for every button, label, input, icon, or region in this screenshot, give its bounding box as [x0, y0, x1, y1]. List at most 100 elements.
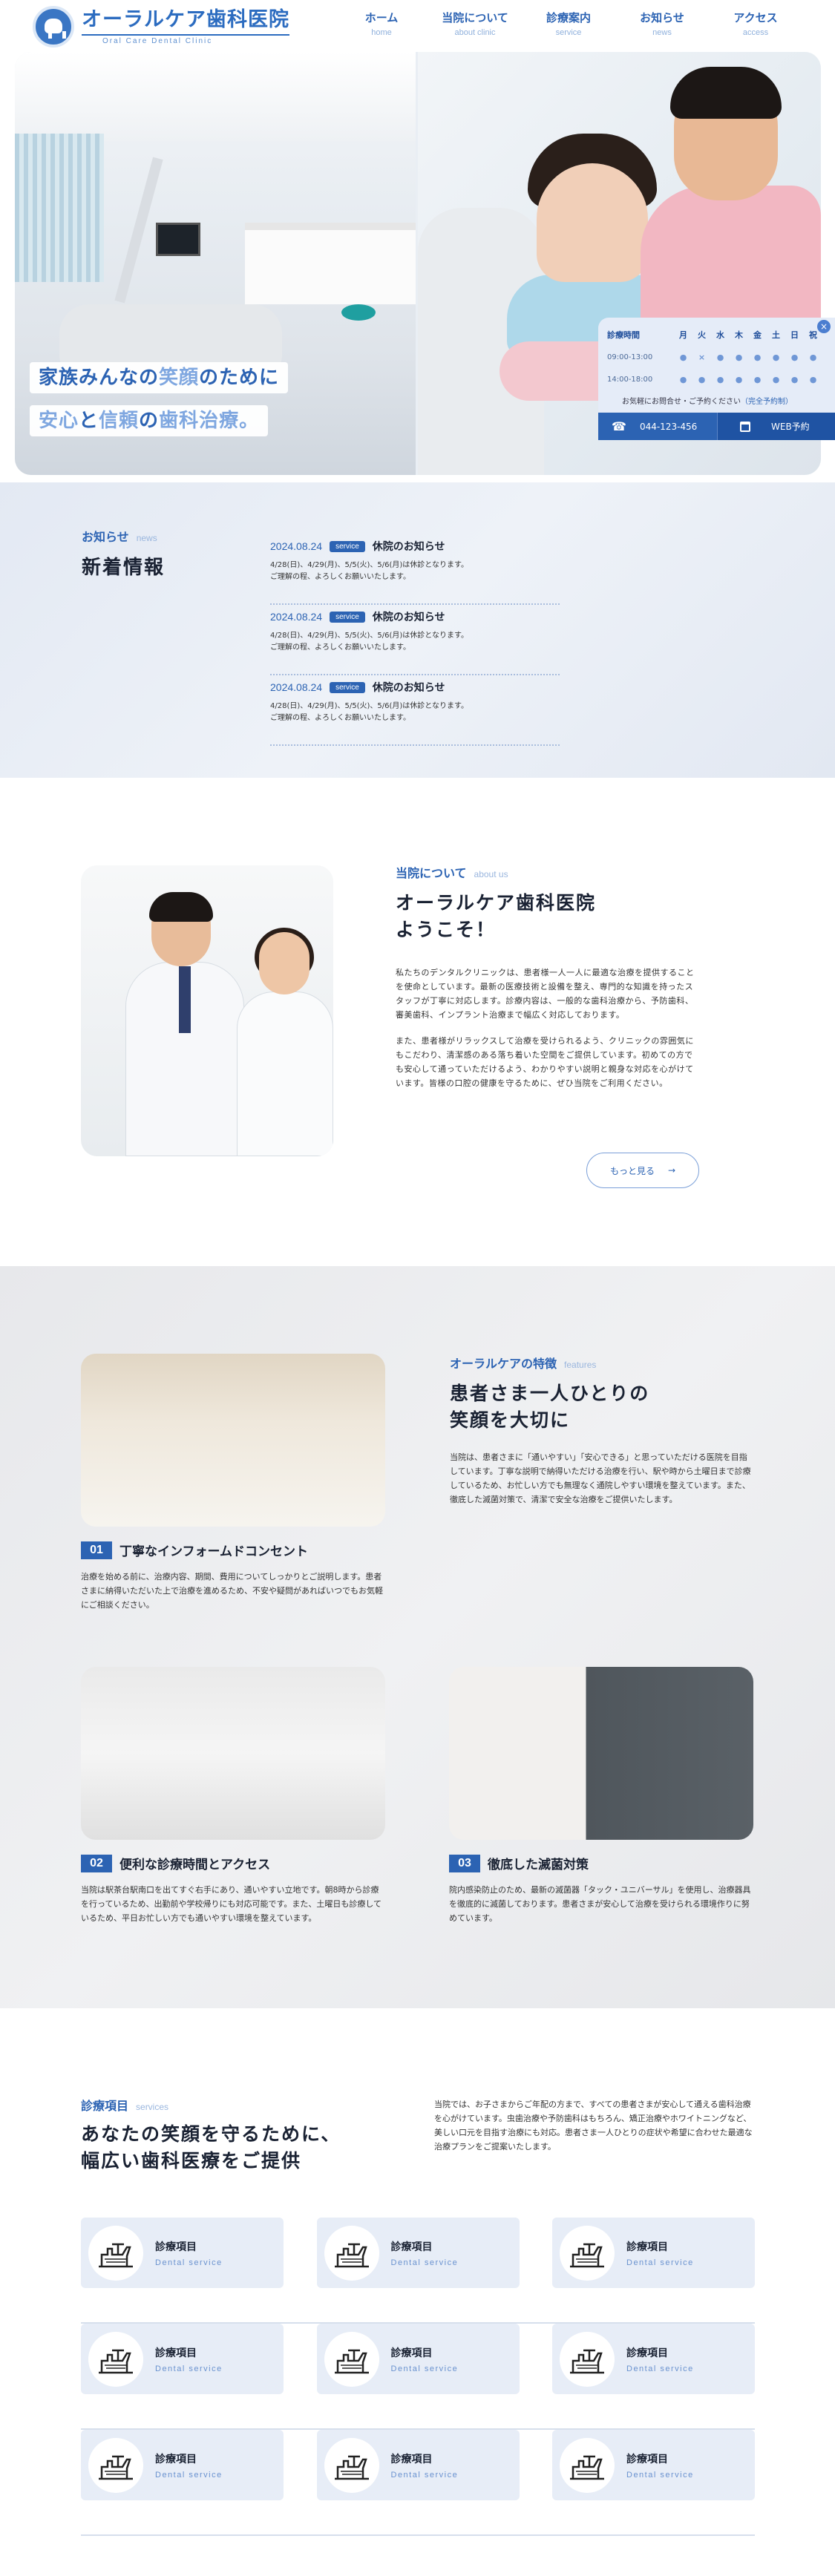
tie	[179, 966, 191, 1033]
service-card[interactable]: 診療項目 Dental service	[81, 2324, 284, 2394]
service-card[interactable]: 診療項目 Dental service	[316, 2218, 520, 2288]
logo-subtitle: Oral Care Dental Clinic	[82, 34, 289, 45]
services-row: 診療項目 Dental service 診療項目 Dental service …	[81, 2218, 755, 2324]
service-name: 診療項目	[155, 2347, 197, 2359]
feature-number: 02	[81, 1854, 112, 1872]
section-label: お知らせ news	[82, 527, 165, 545]
section-label: オーラルケアの特徴 features	[450, 1354, 754, 1371]
news-item[interactable]: 2024.08.24 service 休院のお知らせ 4/28(日)、4/29(…	[270, 534, 560, 605]
day-label: 土	[772, 330, 780, 340]
service-name: 診療項目	[626, 2241, 668, 2253]
availability-mark: ●	[772, 352, 780, 362]
availability-mark: ●	[716, 374, 724, 384]
service-name: 診療項目	[390, 2453, 433, 2465]
contact-bar: ☎ 044-123-456 WEB予約	[598, 413, 835, 440]
services-title-line: あなたの笑顔を守るために、	[81, 2123, 341, 2145]
service-card[interactable]: 診療項目 Dental service	[552, 2324, 755, 2394]
news-item[interactable]: 2024.08.24 service 休院のお知らせ 4/28(日)、4/29(…	[270, 605, 560, 675]
services-grid: 診療項目 Dental service 診療項目 Dental service …	[81, 2218, 755, 2536]
features-title-line: 患者さま一人ひとりの	[450, 1383, 650, 1404]
stool	[341, 304, 376, 321]
service-name-en: Dental service	[390, 2258, 459, 2267]
nav-label-en: news	[652, 28, 672, 37]
day-label: 水	[716, 330, 724, 340]
feature-body: 治療を始める前に、治療内容、期間、費用についてしっかりとご説明します。患者さまに…	[81, 1572, 383, 1610]
section-label: 当院について about us	[396, 863, 700, 881]
availability-mark: ●	[790, 352, 799, 362]
nav-item-home[interactable]: ホーム home	[335, 10, 428, 40]
phone-icon: ☎	[612, 419, 626, 433]
service-card[interactable]: 診療項目 Dental service	[316, 2324, 520, 2394]
service-name-en: Dental service	[155, 2470, 223, 2480]
service-name-en: Dental service	[390, 2470, 459, 2480]
news-body: 4/28(日)、4/29(月)、5/5(火)、5/6(月)は休診となります。 ご…	[270, 701, 560, 724]
about-body: 私たちのデンタルクリニックは、患者様一人一人に最適な治療を提供することを使命とし…	[396, 966, 700, 1090]
service-name-en: Dental service	[155, 2258, 223, 2267]
close-icon[interactable]: ×	[817, 320, 831, 333]
service-text: 診療項目 Dental service	[391, 2451, 459, 2480]
service-text: 診療項目 Dental service	[626, 2345, 694, 2373]
hours-row-afternoon: 14:00-18:00 ● ● ● ● ● ● ● ●	[607, 368, 826, 390]
hero-clinic-photo: 家族みんなの笑顔のために 安心と信頼の歯科治療。	[15, 52, 416, 475]
service-card[interactable]: 診療項目 Dental service	[316, 2430, 520, 2500]
service-card[interactable]: 診療項目 Dental service	[81, 2218, 284, 2288]
dental-chair-icon	[560, 2331, 615, 2387]
feature-heading: 03 徹底した滅菌対策	[449, 1854, 753, 1872]
service-text: 診療項目 Dental service	[155, 2239, 223, 2267]
hair	[149, 892, 213, 922]
availability-mark: ●	[698, 374, 706, 384]
hours-header-row: 診療時間 月 火 水 木 金 土 日 祝	[607, 324, 826, 346]
section-label: 診療項目 services	[81, 2096, 400, 2114]
news-body: 4/28(日)、4/29(月)、5/5(火)、5/6(月)は休診となります。 ご…	[270, 630, 560, 654]
service-name: 診療項目	[155, 2241, 197, 2253]
tagline-emphasis: 歯科治療。	[159, 410, 260, 432]
site-header: オーラルケア歯科医院 Oral Care Dental Clinic ホーム h…	[0, 0, 835, 52]
service-card[interactable]: 診療項目 Dental service	[552, 2218, 755, 2288]
hero-tagline-2: 安心と信頼の歯科治療。	[30, 405, 269, 436]
availability-mark: ●	[753, 374, 762, 384]
news-body-line: ご理解の程、よろしくお願いいたします。	[270, 643, 410, 652]
female-doctor	[237, 928, 333, 1156]
service-text: 診療項目 Dental service	[626, 2451, 694, 2480]
tel-button[interactable]: ☎ 044-123-456	[598, 413, 717, 440]
tagline-emphasis: 安心	[39, 410, 79, 432]
day-label: 木	[735, 330, 743, 340]
feature-title: 徹底した滅菌対策	[488, 1858, 589, 1872]
about-title-line: オーラルケア歯科医院	[396, 892, 597, 914]
news-section: お知らせ news 新着情報 2024.08.24 service 休院のお知らせ…	[0, 482, 835, 778]
news-date: 2024.08.24	[270, 681, 323, 693]
day-label: 金	[753, 330, 762, 340]
section-label-en: features	[564, 1360, 597, 1370]
dental-chair-icon	[88, 2437, 143, 2493]
feature-number: 01	[81, 1541, 112, 1559]
service-text: 診療項目 Dental service	[391, 2345, 459, 2373]
web-reservation-button[interactable]: WEB予約	[717, 413, 835, 440]
nav-item-access[interactable]: アクセス access	[709, 10, 802, 40]
feature-body: 当院は駅茶台駅南口を出てすぐ右手にあり、通いやすい立地です。朝8時から診療を行っ…	[81, 1885, 382, 1923]
service-card[interactable]: 診療項目 Dental service	[81, 2430, 284, 2500]
section-label-en: about us	[474, 869, 508, 879]
hero-tagline-1: 家族みんなの笑顔のために	[30, 362, 289, 393]
service-name: 診療項目	[390, 2241, 433, 2253]
service-card[interactable]: 診療項目 Dental service	[552, 2430, 755, 2500]
nav-item-about[interactable]: 当院について about clinic	[428, 10, 522, 40]
clinic-logo[interactable]: オーラルケア歯科医院 Oral Care Dental Clinic	[33, 6, 289, 47]
tooth-logo-icon	[33, 6, 74, 47]
time-range: 14:00-18:00	[607, 375, 653, 384]
nav-item-news[interactable]: お知らせ news	[615, 10, 709, 40]
about-section: 当院について about us オーラルケア歯科医院 ようこそ！ 私たちのデンタル…	[0, 778, 835, 1266]
tagline-text: 家族みんなの	[39, 367, 160, 389]
news-item[interactable]: 2024.08.24 service 休院のお知らせ 4/28(日)、4/29(…	[270, 675, 560, 746]
logo-text: オーラルケア歯科医院 Oral Care Dental Clinic	[82, 8, 289, 45]
services-heading: 診療項目 services あなたの笑顔を守るために、 幅広い歯科医療をご提供	[81, 2096, 400, 2174]
nav-label: ホーム	[364, 11, 399, 24]
services-title: あなたの笑顔を守るために、 幅広い歯科医療をご提供	[81, 2121, 400, 2174]
nav-item-service[interactable]: 診療案内 service	[522, 10, 615, 40]
service-text: 診療項目 Dental service	[626, 2239, 694, 2267]
day-label: 日	[790, 330, 799, 340]
face	[259, 932, 310, 994]
news-category-badge: service	[330, 540, 365, 552]
more-button[interactable]: もっと見る →	[586, 1153, 699, 1188]
about-title: オーラルケア歯科医院 ようこそ！	[396, 890, 700, 943]
more-label: もっと見る	[609, 1165, 655, 1176]
